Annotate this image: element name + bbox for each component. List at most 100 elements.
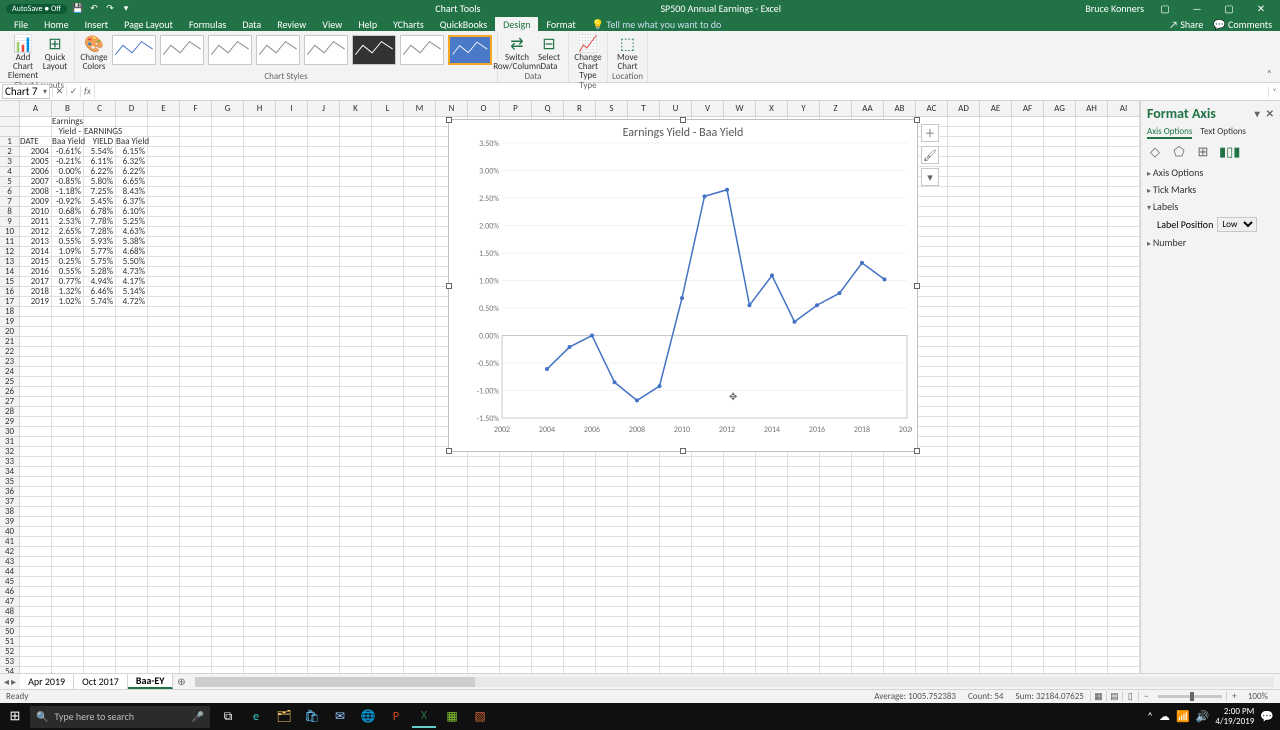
cell[interactable] xyxy=(948,167,980,177)
cell[interactable] xyxy=(84,557,116,567)
cell[interactable] xyxy=(820,587,852,597)
cell[interactable] xyxy=(468,557,500,567)
cell[interactable] xyxy=(692,527,724,537)
cell[interactable] xyxy=(1012,327,1044,337)
cell[interactable] xyxy=(1076,387,1108,397)
cell[interactable] xyxy=(660,667,692,673)
cell[interactable] xyxy=(308,427,340,437)
cell[interactable] xyxy=(1012,227,1044,237)
cell[interactable] xyxy=(148,117,180,127)
cell[interactable] xyxy=(884,607,916,617)
cell[interactable] xyxy=(84,397,116,407)
cell[interactable] xyxy=(1076,407,1108,417)
cell[interactable] xyxy=(180,377,212,387)
cell[interactable] xyxy=(628,667,660,673)
column-header[interactable]: AE xyxy=(980,101,1012,117)
cell[interactable] xyxy=(756,507,788,517)
cell[interactable] xyxy=(692,597,724,607)
cell[interactable] xyxy=(244,507,276,517)
cell[interactable] xyxy=(1108,587,1140,597)
cell[interactable] xyxy=(564,567,596,577)
cell[interactable] xyxy=(308,507,340,517)
cell[interactable] xyxy=(52,487,84,497)
cell[interactable] xyxy=(692,487,724,497)
cell[interactable] xyxy=(596,577,628,587)
cell[interactable] xyxy=(308,657,340,667)
cell[interactable] xyxy=(308,437,340,447)
cell[interactable] xyxy=(52,497,84,507)
cell[interactable] xyxy=(532,497,564,507)
cell[interactable] xyxy=(1108,267,1140,277)
cell[interactable] xyxy=(308,137,340,147)
cell[interactable] xyxy=(692,647,724,657)
cell[interactable] xyxy=(1076,327,1108,337)
cell[interactable] xyxy=(884,457,916,467)
cell[interactable] xyxy=(52,427,84,437)
cancel-formula-icon[interactable]: ✕ xyxy=(52,86,66,97)
cell[interactable] xyxy=(244,297,276,307)
cell[interactable] xyxy=(468,617,500,627)
cell[interactable] xyxy=(852,477,884,487)
cell[interactable] xyxy=(1076,527,1108,537)
cell[interactable] xyxy=(724,597,756,607)
cell[interactable] xyxy=(20,407,52,417)
cell[interactable] xyxy=(532,587,564,597)
cell[interactable] xyxy=(148,157,180,167)
cell[interactable] xyxy=(596,457,628,467)
cell[interactable] xyxy=(564,617,596,627)
cell[interactable] xyxy=(916,397,948,407)
excel-icon[interactable]: X xyxy=(412,706,436,728)
cell[interactable] xyxy=(308,527,340,537)
cell[interactable] xyxy=(916,507,948,517)
cell[interactable] xyxy=(564,457,596,467)
cell[interactable] xyxy=(404,127,436,137)
cell[interactable] xyxy=(1044,167,1076,177)
cell[interactable] xyxy=(180,587,212,597)
cell[interactable] xyxy=(148,167,180,177)
effects-icon[interactable]: ⬠ xyxy=(1171,145,1187,160)
pane-section-axis-options[interactable]: Axis Options xyxy=(1147,166,1274,179)
pane-section-number[interactable]: Number xyxy=(1147,236,1274,249)
cell[interactable] xyxy=(276,407,308,417)
cell[interactable] xyxy=(1108,667,1140,673)
cell[interactable] xyxy=(468,647,500,657)
cell[interactable] xyxy=(980,117,1012,127)
maximize-button[interactable]: ▢ xyxy=(1218,2,1240,15)
cell[interactable] xyxy=(980,167,1012,177)
cell[interactable] xyxy=(980,307,1012,317)
cell[interactable] xyxy=(276,307,308,317)
cell[interactable] xyxy=(180,447,212,457)
cell[interactable] xyxy=(180,257,212,267)
chart-resize-handle[interactable] xyxy=(914,117,920,123)
cell[interactable] xyxy=(340,247,372,257)
cell[interactable] xyxy=(660,647,692,657)
cell[interactable] xyxy=(404,347,436,357)
cell[interactable] xyxy=(180,537,212,547)
cell[interactable] xyxy=(596,617,628,627)
cell[interactable] xyxy=(308,277,340,287)
cell[interactable] xyxy=(1108,427,1140,437)
cell[interactable] xyxy=(948,607,980,617)
cell[interactable] xyxy=(20,567,52,577)
cell[interactable] xyxy=(916,197,948,207)
cell[interactable] xyxy=(1076,307,1108,317)
cell[interactable] xyxy=(628,547,660,557)
cell[interactable] xyxy=(916,227,948,237)
cell[interactable] xyxy=(372,647,404,657)
cell[interactable] xyxy=(20,657,52,667)
cell[interactable] xyxy=(308,267,340,277)
cell[interactable] xyxy=(116,497,148,507)
cell[interactable] xyxy=(340,417,372,427)
cell[interactable] xyxy=(148,387,180,397)
cell[interactable] xyxy=(1044,267,1076,277)
cell[interactable] xyxy=(916,407,948,417)
cell[interactable] xyxy=(1076,607,1108,617)
cell[interactable] xyxy=(980,397,1012,407)
cell[interactable] xyxy=(1012,577,1044,587)
cell[interactable] xyxy=(564,517,596,527)
cell[interactable] xyxy=(1076,497,1108,507)
cell[interactable] xyxy=(1076,627,1108,637)
cell[interactable] xyxy=(724,647,756,657)
cell[interactable] xyxy=(52,527,84,537)
cell[interactable] xyxy=(1076,127,1108,137)
